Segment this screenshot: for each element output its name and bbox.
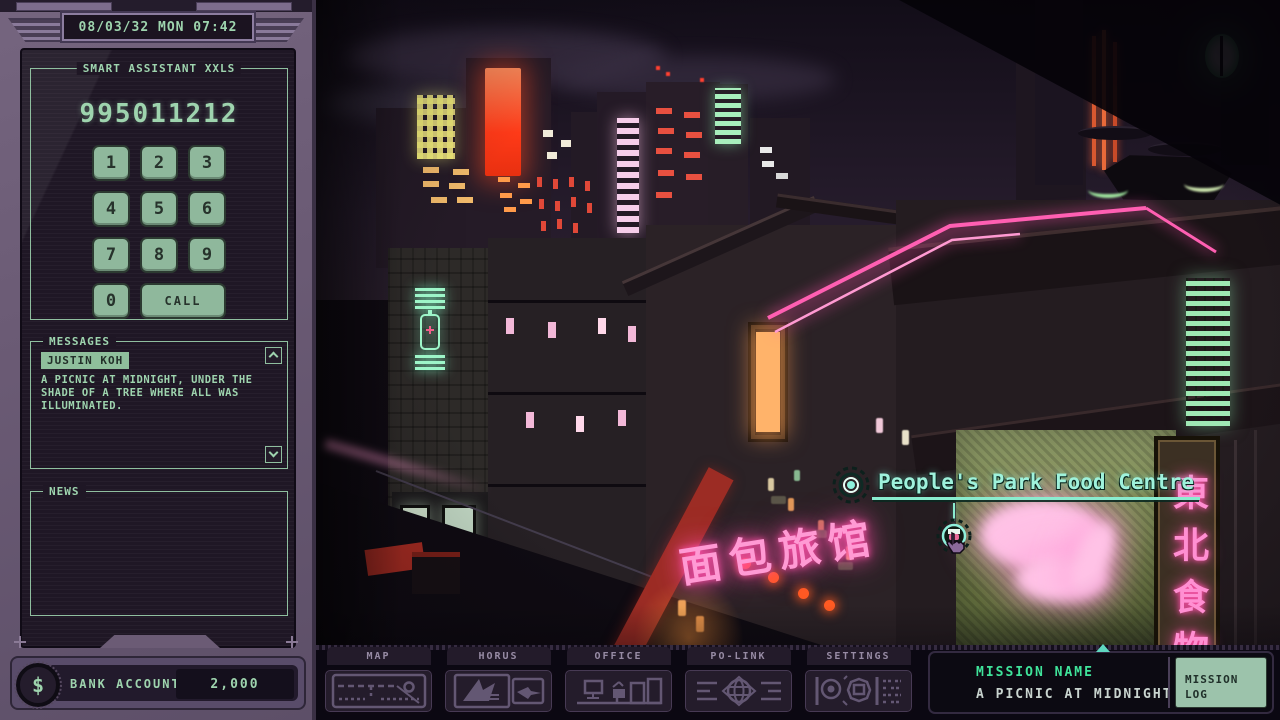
header-stripes-right bbox=[246, 18, 304, 42]
tab-settings[interactable]: SETTINGS bbox=[802, 647, 915, 715]
tab-po-link[interactable]: PO-LINK bbox=[682, 647, 795, 715]
dialer-panel: SMART ASSISTANT XXLS 995011212 1 2 3 4 5… bbox=[30, 68, 288, 320]
keypad: 1 2 3 4 5 6 7 8 9 0 CALL bbox=[31, 145, 287, 319]
location-label[interactable]: People's Park Food Centre bbox=[872, 470, 1200, 500]
tab-office[interactable]: OFFICE bbox=[562, 647, 675, 715]
scroll-down-button[interactable] bbox=[265, 446, 282, 463]
scroll-up-button[interactable] bbox=[265, 347, 282, 364]
floor-line bbox=[488, 484, 648, 487]
mission-name: A PICNIC AT MIDNIGHT bbox=[976, 687, 1173, 702]
trim bbox=[16, 2, 112, 11]
trim bbox=[196, 2, 292, 11]
call-button[interactable]: CALL bbox=[140, 283, 226, 319]
mission-name-label: MISSION NAME bbox=[976, 665, 1094, 680]
neon-strip bbox=[1102, 30, 1106, 170]
keypad-2[interactable]: 2 bbox=[140, 145, 178, 181]
red-beacons bbox=[656, 66, 660, 70]
lantern bbox=[798, 588, 809, 599]
dialed-number: 995011212 bbox=[31, 99, 287, 129]
keypad-0[interactable]: 0 bbox=[92, 283, 130, 319]
bottle-neon-sign bbox=[412, 288, 448, 428]
messages-panel: MESSAGES JUSTIN KOH A PICNIC AT MIDNIGHT… bbox=[30, 341, 288, 469]
horus-icon bbox=[453, 673, 545, 709]
phone-screen: SMART ASSISTANT XXLS 995011212 1 2 3 4 5… bbox=[20, 48, 296, 648]
lit-windows-pink bbox=[506, 318, 514, 334]
mission-panel: MISSION NAME A PICNIC AT MIDNIGHT MISSIO… bbox=[928, 651, 1274, 714]
truck bbox=[412, 552, 460, 594]
datetime-display: 08/03/32 MON 07:42 bbox=[62, 13, 254, 41]
settings-icon bbox=[811, 673, 907, 709]
dark-tower bbox=[1035, 0, 1083, 185]
bank-label: BANK ACCOUNT bbox=[70, 677, 181, 691]
lit-windows bbox=[498, 177, 510, 182]
lit-windows-green bbox=[715, 88, 741, 144]
target-icon[interactable] bbox=[832, 466, 870, 504]
screen-notch bbox=[100, 635, 220, 648]
mission-log-button[interactable]: MISSION LOG bbox=[1175, 657, 1267, 708]
header-stripes-left bbox=[8, 18, 66, 42]
po-link-icon bbox=[691, 673, 787, 709]
smart-assistant-panel: 08/03/32 MON 07:42 SMART ASSISTANT XXLS … bbox=[0, 0, 316, 720]
lit-windows bbox=[543, 130, 553, 137]
keypad-9[interactable]: 9 bbox=[188, 237, 226, 273]
lit-windows-red bbox=[656, 108, 672, 114]
dialer-title: SMART ASSISTANT XXLS bbox=[77, 62, 241, 75]
bank-account-bar: $ BANK ACCOUNT 2,000 bbox=[10, 656, 306, 710]
screw bbox=[14, 636, 26, 648]
lit-windows-pink bbox=[617, 118, 639, 233]
news-title: NEWS bbox=[43, 485, 86, 498]
cursor-icon bbox=[945, 531, 967, 555]
news-panel: NEWS bbox=[30, 491, 288, 616]
chevron-down-icon bbox=[269, 448, 279, 458]
dollar-symbol: $ bbox=[32, 673, 44, 697]
warm-window bbox=[756, 332, 780, 432]
floor-line bbox=[488, 300, 648, 303]
screw bbox=[286, 636, 298, 648]
dark-tower bbox=[1221, 0, 1269, 165]
green-lattice-wall bbox=[1186, 278, 1230, 426]
office-icon bbox=[573, 673, 665, 709]
panel-arrow-icon bbox=[1096, 644, 1110, 652]
divider bbox=[1168, 657, 1170, 708]
keypad-4[interactable]: 4 bbox=[92, 191, 130, 227]
keypad-3[interactable]: 3 bbox=[188, 145, 226, 181]
keypad-8[interactable]: 8 bbox=[140, 237, 178, 273]
bank-balance: 2,000 bbox=[176, 669, 294, 699]
keypad-7[interactable]: 7 bbox=[92, 237, 130, 273]
tab-map[interactable]: MAP bbox=[322, 647, 435, 715]
red-neon-slab bbox=[485, 68, 521, 176]
lit-windows-red bbox=[537, 177, 542, 187]
orb-post bbox=[1220, 36, 1223, 76]
message-sender[interactable]: JUSTIN KOH bbox=[41, 352, 129, 369]
dollar-coin-icon: $ bbox=[16, 663, 60, 707]
keypad-6[interactable]: 6 bbox=[188, 191, 226, 227]
bottom-bar: MAP HORUS bbox=[316, 645, 1280, 720]
lit-windows-yellow bbox=[417, 95, 455, 159]
keypad-1[interactable]: 1 bbox=[92, 145, 130, 181]
datetime-text: 08/03/32 MON 07:42 bbox=[79, 20, 238, 35]
city-scene: 面包旅馆 東北食物 bbox=[316, 0, 1280, 720]
lantern bbox=[824, 600, 835, 611]
messages-title: MESSAGES bbox=[43, 335, 116, 348]
map-icon bbox=[331, 673, 427, 709]
lit-windows bbox=[760, 147, 772, 153]
neon-strip bbox=[1092, 36, 1096, 166]
lit-windows bbox=[423, 167, 439, 173]
game-screen: 面包旅馆 東北食物 bbox=[0, 0, 1280, 720]
chevron-up-icon bbox=[269, 352, 279, 362]
neon-strip bbox=[1113, 42, 1117, 162]
message-body: A PICNIC AT MIDNIGHT, UNDER THE SHADE OF… bbox=[41, 374, 256, 413]
tab-horus[interactable]: HORUS bbox=[442, 647, 555, 715]
keypad-5[interactable]: 5 bbox=[140, 191, 178, 227]
floor-line bbox=[488, 392, 648, 395]
